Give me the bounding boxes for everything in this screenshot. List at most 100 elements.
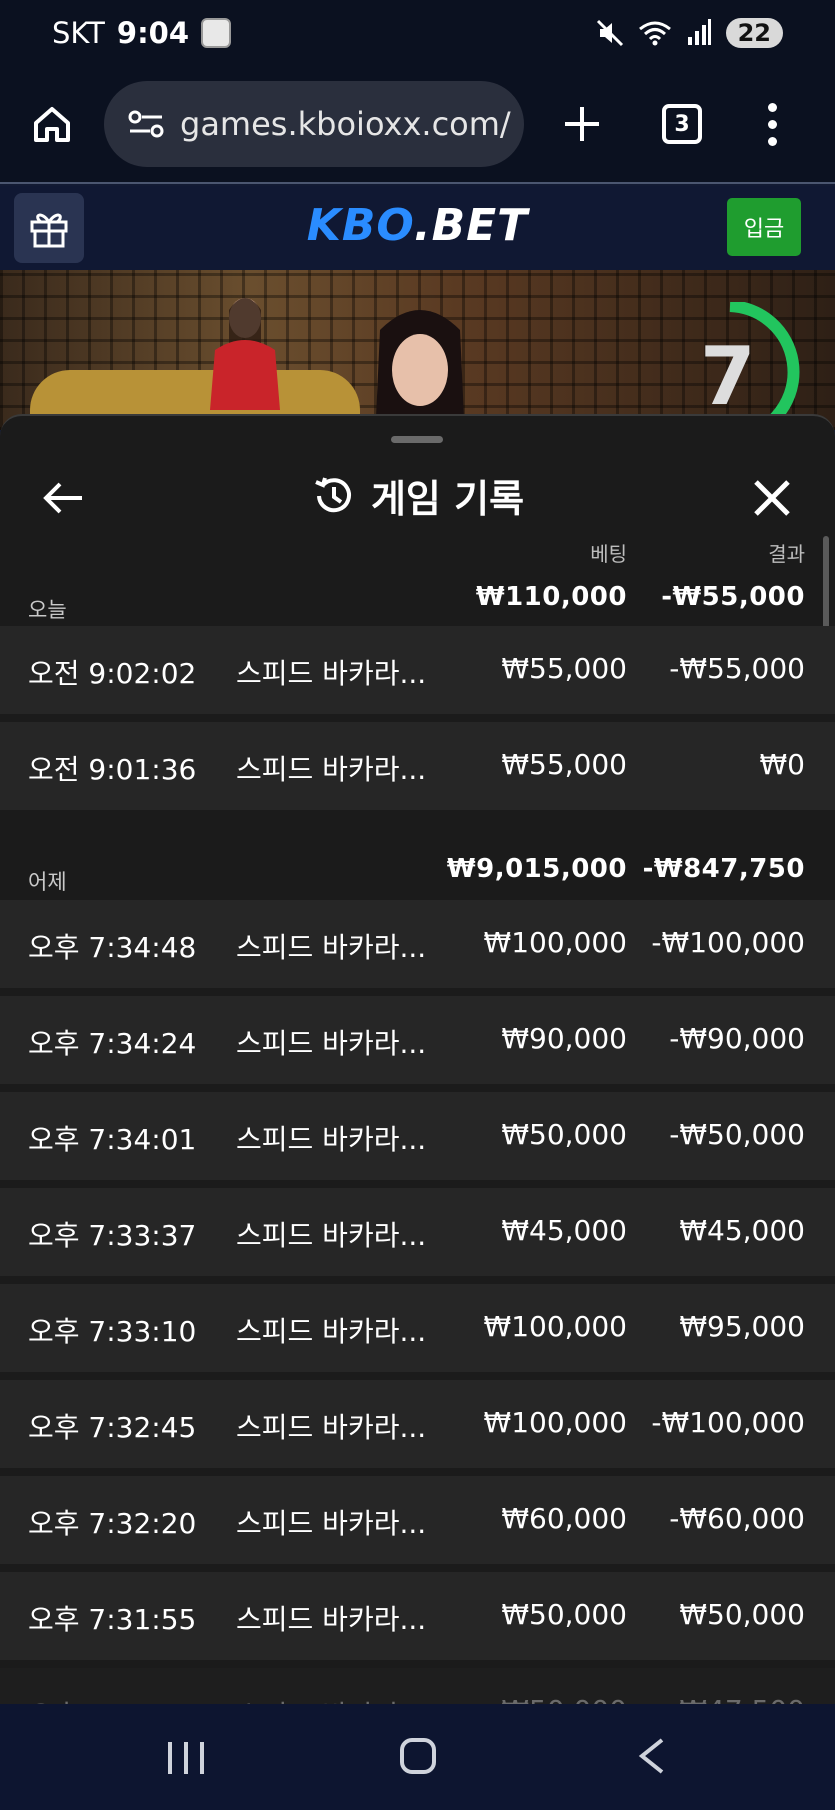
row-bet: ₩100,000 <box>483 926 627 959</box>
row-game: 스피드 바카라... <box>236 1507 427 1540</box>
history-row[interactable]: 오후 7:33:10 스피드 바카라... ₩100,000 ₩95,000 <box>0 1284 835 1372</box>
section-total-result: -₩55,000 <box>661 582 805 612</box>
row-bet: ₩50,000 <box>501 1118 627 1151</box>
url-text[interactable]: games.kboioxx.com/ <box>180 105 511 143</box>
game-history-panel: 게임 기록 베팅 결과 오늘 ₩110,000 -₩55,000 오전 9:02… <box>0 414 835 1704</box>
system-nav-bar <box>0 1704 835 1810</box>
row-result: ₩0 <box>759 748 806 781</box>
row-game: 스피드 바카라... <box>236 1315 427 1348</box>
row-game: 스피드 바카라... <box>236 753 427 786</box>
phone-screen: SKT 9:04 22 games.kboioxx.com/ 3 KBO.BET… <box>0 0 835 1810</box>
row-bet: ₩45,000 <box>501 1214 627 1247</box>
row-result: -₩60,000 <box>669 1502 805 1535</box>
section-header-today: 오늘 ₩110,000 -₩55,000 <box>0 564 835 626</box>
drag-handle[interactable] <box>391 436 443 443</box>
row-bet: ₩100,000 <box>483 1406 627 1439</box>
column-header-bet: 베팅 <box>590 542 627 566</box>
logo-text-secondary: .BET <box>413 200 529 251</box>
history-row[interactable]: 오전 9:02:02 스피드 바카라... ₩55,000 -₩55,000 <box>0 626 835 714</box>
tab-switcher-button[interactable]: 3 <box>662 104 702 144</box>
row-game: 스피드 바카라... <box>236 1219 427 1252</box>
row-game: 스피드 바카라... <box>236 1411 427 1444</box>
battery-badge: 22 <box>725 18 783 48</box>
deposit-button[interactable]: 입금 <box>727 198 801 256</box>
column-header-result: 결과 <box>768 542 805 566</box>
history-row[interactable]: 오후 7:33:37 스피드 바카라... ₩45,000 ₩45,000 <box>0 1188 835 1276</box>
row-result: -₩90,000 <box>669 1022 805 1055</box>
row-bet: ₩55,000 <box>501 748 627 781</box>
signal-icon <box>687 19 711 45</box>
history-row[interactable]: 오후 7:32:45 스피드 바카라... ₩100,000 -₩100,000 <box>0 1380 835 1468</box>
dealer-figure <box>375 310 465 430</box>
close-icon[interactable] <box>748 474 796 522</box>
row-time: 오후 7:32:45 <box>28 1411 197 1444</box>
address-bar[interactable]: games.kboioxx.com/ <box>104 81 524 167</box>
section-total-bet: ₩110,000 <box>475 582 627 612</box>
recent-apps-bar <box>200 1742 204 1774</box>
row-bet: ₩50,000 <box>501 1598 627 1631</box>
panel-header: 게임 기록 <box>0 454 835 544</box>
recent-apps-button[interactable] <box>168 1742 204 1774</box>
row-result: ₩47,500 <box>679 1694 805 1704</box>
panel-title: 게임 기록 <box>370 477 525 521</box>
status-icons: 22 <box>596 18 783 48</box>
home-icon <box>34 107 70 142</box>
panel-title-group: 게임 기록 <box>0 468 835 523</box>
row-bet: ₩90,000 <box>501 1022 627 1055</box>
row-bet: ₩60,000 <box>501 1502 627 1535</box>
row-game: 스피드 바카라... <box>236 1027 427 1060</box>
row-time: 오후 7:33:37 <box>28 1219 197 1252</box>
back-icon[interactable] <box>636 1736 668 1776</box>
section-header-yesterday: 어제 ₩9,015,000 -₩847,750 <box>0 836 835 898</box>
history-row[interactable]: 오후 7:31:28 스피드 바카라... ₩50,000 ₩47,500 <box>0 1668 835 1704</box>
history-row[interactable]: 오후 7:34:01 스피드 바카라... ₩50,000 -₩50,000 <box>0 1092 835 1180</box>
app-notification-icon <box>201 18 232 48</box>
row-game: 스피드 바카라... <box>236 1694 426 1704</box>
row-time: 오후 7:31:28 <box>28 1694 196 1704</box>
row-bet: ₩55,000 <box>501 652 627 685</box>
row-time: 오전 9:02:02 <box>28 657 197 690</box>
browser-home-button[interactable] <box>22 94 82 154</box>
menu-dot <box>767 102 777 112</box>
row-time: 오후 7:31:55 <box>28 1603 197 1636</box>
row-result: ₩50,000 <box>679 1598 805 1631</box>
status-time: 9:04 <box>116 16 190 50</box>
history-row[interactable]: 오후 7:34:48 스피드 바카라... ₩100,000 -₩100,000 <box>0 900 835 988</box>
row-bet: ₩50,000 <box>501 1694 627 1704</box>
section-label: 어제 <box>28 870 67 894</box>
row-time: 오후 7:33:10 <box>28 1315 197 1348</box>
menu-dot <box>767 136 777 146</box>
row-time: 오후 7:34:24 <box>28 1027 197 1060</box>
row-time: 오후 7:34:48 <box>28 931 197 964</box>
new-tab-button[interactable] <box>552 94 612 154</box>
site-header: KBO.BET 입금 <box>0 186 835 270</box>
recent-apps-bar <box>168 1742 172 1774</box>
row-result: ₩45,000 <box>679 1214 805 1247</box>
row-time: 오후 7:34:01 <box>28 1123 197 1156</box>
home-button[interactable] <box>400 1738 436 1774</box>
section-total-result: -₩847,750 <box>642 854 805 884</box>
history-row[interactable]: 오후 7:32:20 스피드 바카라... ₩60,000 -₩60,000 <box>0 1476 835 1564</box>
mute-icon <box>596 19 623 47</box>
live-video: 7 <box>0 270 835 430</box>
row-result: -₩100,000 <box>651 926 805 959</box>
history-row[interactable]: 오후 7:31:55 스피드 바카라... ₩50,000 ₩50,000 <box>0 1572 835 1660</box>
history-row[interactable]: 오전 9:01:36 스피드 바카라... ₩55,000 ₩0 <box>0 722 835 810</box>
menu-dot <box>767 119 777 129</box>
site-logo[interactable]: KBO.BET <box>0 200 835 251</box>
section-label: 오늘 <box>28 598 67 622</box>
browser-menu-button[interactable] <box>762 94 782 154</box>
recent-apps-bar <box>184 1742 188 1774</box>
row-bet: ₩100,000 <box>483 1310 627 1343</box>
plus-icon <box>565 107 599 141</box>
site-settings-icon[interactable] <box>126 104 166 144</box>
browser-toolbar: games.kboioxx.com/ 3 <box>0 66 835 184</box>
logo-text-primary: KBO <box>306 200 414 251</box>
row-time: 오후 7:32:20 <box>28 1507 197 1540</box>
countdown-number: 7 <box>700 330 756 423</box>
row-game: 스피드 바카라... <box>236 931 427 964</box>
status-bar: SKT 9:04 22 <box>0 0 835 66</box>
history-row[interactable]: 오후 7:34:24 스피드 바카라... ₩90,000 -₩90,000 <box>0 996 835 1084</box>
row-game: 스피드 바카라... <box>236 657 427 690</box>
history-icon <box>315 476 351 512</box>
